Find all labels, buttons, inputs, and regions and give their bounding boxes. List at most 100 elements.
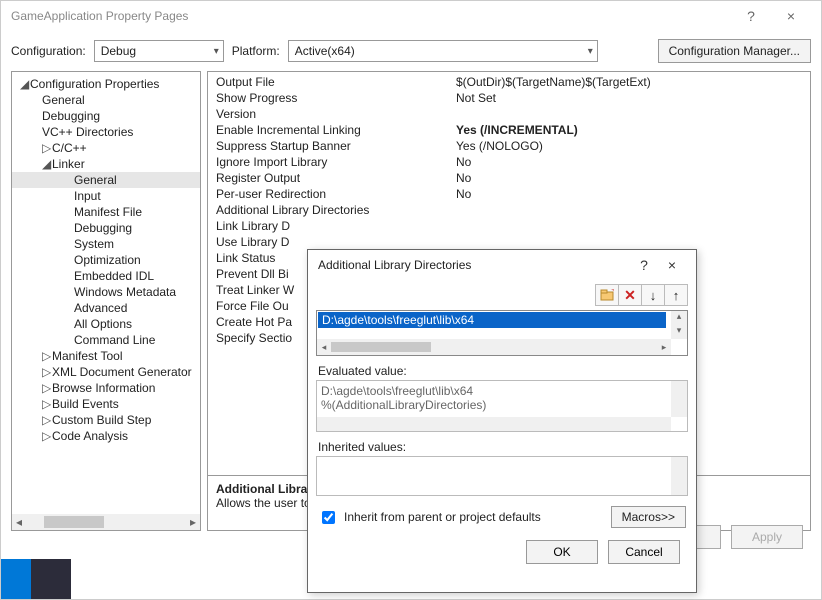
chevron-down-icon: ▾ [214,46,219,57]
property-row[interactable]: Show ProgressNot Set [208,90,810,106]
tree-item-linker-general[interactable]: General [12,172,200,188]
tree-item[interactable]: Embedded IDL [12,268,200,284]
tree-item[interactable]: ▷Build Events [12,396,200,412]
property-value[interactable] [456,203,802,217]
chevron-down-icon: ▾ [588,46,593,57]
tree-item[interactable]: Manifest File [12,204,200,220]
svg-text:✦: ✦ [610,289,614,297]
property-value[interactable]: No [456,171,802,185]
eval-vscroll[interactable] [671,381,687,417]
expand-icon[interactable]: ▷ [42,397,52,411]
dialog-ok-button[interactable]: OK [526,540,598,564]
expand-icon[interactable]: ▷ [42,429,52,443]
config-row: Configuration: Debug▾ Platform: Active(x… [1,31,821,71]
directories-editbox[interactable]: D:\agde\tools\freeglut\lib\x64 ▴▾ ◂▸ [316,310,688,356]
new-folder-button[interactable]: ✦ [595,284,619,306]
close-button[interactable]: × [771,8,811,24]
inherit-label: Inherit from parent or project defaults [344,510,541,524]
tree-item[interactable]: General [12,92,200,108]
inherit-row: Inherit from parent or project defaults … [308,496,696,528]
expand-icon[interactable]: ▷ [42,141,52,155]
property-name: Additional Library Directories [216,203,456,217]
tree-item[interactable]: Windows Metadata [12,284,200,300]
inh-vscroll[interactable] [671,457,687,495]
expand-icon[interactable]: ▷ [42,365,52,379]
collapse-icon[interactable]: ◢ [20,77,30,91]
tree-item[interactable]: ▷Custom Build Step [12,412,200,428]
property-value[interactable]: No [456,187,802,201]
property-row[interactable]: Output File$(OutDir)$(TargetName)$(Targe… [208,74,810,90]
property-value[interactable] [456,107,802,121]
property-name: Ignore Import Library [216,155,456,169]
tree-item[interactable]: ▷Browse Information [12,380,200,396]
editbox-hscroll[interactable]: ◂▸ [317,339,671,355]
expand-icon[interactable]: ▷ [42,381,52,395]
configuration-manager-button[interactable]: Configuration Manager... [658,39,811,63]
tree-item-cc[interactable]: ▷C/C++ [12,140,200,156]
tree-item[interactable]: System [12,236,200,252]
property-row[interactable]: Enable Incremental LinkingYes (/INCREMEN… [208,122,810,138]
eval-hscroll[interactable] [317,417,671,431]
property-row[interactable]: Register OutputNo [208,170,810,186]
property-value[interactable]: No [456,155,802,169]
macros-button[interactable]: Macros>> [611,506,686,528]
tree-item[interactable]: Input [12,188,200,204]
dialog-cancel-button[interactable]: Cancel [608,540,680,564]
property-value[interactable]: Not Set [456,91,802,105]
apply-button[interactable]: Apply [731,525,803,549]
property-row[interactable]: Ignore Import LibraryNo [208,154,810,170]
inherited-label: Inherited values: [308,432,696,456]
tree-item[interactable]: VC++ Directories [12,124,200,140]
expand-icon[interactable]: ▷ [42,413,52,427]
tree-item-linker[interactable]: ◢Linker [12,156,200,172]
tree-item[interactable]: Debugging [12,220,200,236]
property-value[interactable]: $(OutDir)$(TargetName)$(TargetExt) [456,75,802,89]
tree-item[interactable]: Command Line [12,332,200,348]
dialog-title: Additional Library Directories [318,258,630,272]
tree-item[interactable]: All Options [12,316,200,332]
property-name: Per-user Redirection [216,187,456,201]
editbox-vscroll[interactable]: ▴▾ [671,311,687,339]
tree-hscroll[interactable]: ◂▸ [12,514,200,530]
help-button[interactable]: ? [731,8,771,24]
property-row[interactable]: Version [208,106,810,122]
configuration-combo[interactable]: Debug▾ [94,40,224,62]
tree-item[interactable]: ▷Code Analysis [12,428,200,444]
property-value[interactable] [456,219,802,233]
move-down-button[interactable]: ↓ [641,284,665,306]
property-row[interactable]: Use Library D [208,234,810,250]
configuration-label: Configuration: [11,44,86,58]
property-name: Output File [216,75,456,89]
collapse-icon[interactable]: ◢ [42,157,52,171]
dialog-toolbar: ✦ ✕ ↓ ↑ [308,280,696,310]
property-value[interactable] [456,235,802,249]
delete-button[interactable]: ✕ [618,284,642,306]
selected-entry[interactable]: D:\agde\tools\freeglut\lib\x64 [318,312,666,328]
move-up-button[interactable]: ↑ [664,284,688,306]
tree-root[interactable]: ◢Configuration Properties [12,76,200,92]
platform-combo[interactable]: Active(x64)▾ [288,40,598,62]
evaluated-label: Evaluated value: [308,356,696,380]
category-tree[interactable]: ◢Configuration Properties General Debugg… [11,71,201,531]
tree-item[interactable]: Debugging [12,108,200,124]
dialog-help-button[interactable]: ? [630,257,658,273]
tree-item[interactable]: Optimization [12,252,200,268]
property-value[interactable]: Yes (/INCREMENTAL) [456,123,802,137]
property-name: Suppress Startup Banner [216,139,456,153]
window-title: GameApplication Property Pages [11,9,731,23]
expand-icon[interactable]: ▷ [42,349,52,363]
property-row[interactable]: Link Library D [208,218,810,234]
property-row[interactable]: Per-user RedirectionNo [208,186,810,202]
tree-item[interactable]: ▷XML Document Generator [12,364,200,380]
property-pages-window: GameApplication Property Pages ? × Confi… [0,0,822,600]
taskbar-fragment [1,559,71,599]
inherit-checkbox[interactable] [322,511,335,524]
property-row[interactable]: Additional Library Directories [208,202,810,218]
tree-item[interactable]: Advanced [12,300,200,316]
property-row[interactable]: Suppress Startup BannerYes (/NOLOGO) [208,138,810,154]
property-name: Register Output [216,171,456,185]
tree-item[interactable]: ▷Manifest Tool [12,348,200,364]
property-name: Use Library D [216,235,456,249]
property-value[interactable]: Yes (/NOLOGO) [456,139,802,153]
dialog-close-button[interactable]: × [658,257,686,273]
